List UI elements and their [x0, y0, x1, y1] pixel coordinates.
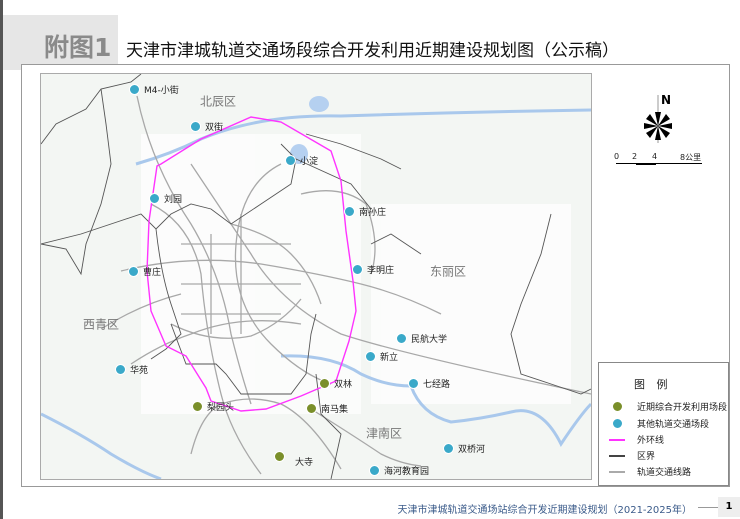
- station-marker[interactable]: 曹庄: [128, 265, 161, 278]
- blue-station-icon: [115, 364, 126, 375]
- blue-station-icon: [190, 121, 201, 132]
- footer: 天津市津城轨道交通场站综合开发近期建设规划（2021-2025年） 1: [0, 497, 740, 519]
- north-arrow: N: [640, 93, 680, 143]
- footer-text: 天津市津城轨道交通场站综合开发近期建设规划（2021-2025年）: [397, 505, 692, 516]
- page-number: 1: [718, 497, 740, 517]
- blue-station-icon: [408, 378, 419, 389]
- compass-rose-icon: [644, 95, 672, 143]
- station-label: 小淀: [300, 157, 319, 167]
- legend-label: 外环线: [637, 436, 665, 446]
- station-label: 七经路: [423, 380, 451, 390]
- station-marker[interactable]: 新立: [365, 350, 398, 363]
- scale-tick: 8公里: [680, 153, 702, 162]
- station-marker[interactable]: 南马集: [306, 402, 348, 415]
- legend-item: 外环线: [605, 433, 664, 446]
- green-station-icon: [611, 401, 623, 412]
- pink-line-icon: [609, 438, 625, 441]
- blue-station-icon: [352, 264, 363, 275]
- district-label: 西青区: [82, 317, 120, 332]
- gray-line-icon: [609, 470, 625, 473]
- station-label: 海河教育园: [384, 467, 430, 477]
- north-label: N: [661, 93, 672, 107]
- legend-item: 其他轨道交通场段: [605, 417, 709, 430]
- station-label: 新立: [380, 353, 399, 363]
- station-label: 南孙庄: [359, 208, 387, 218]
- station-marker[interactable]: 大寺: [274, 445, 313, 468]
- dark-line-icon: [609, 454, 625, 457]
- blue-station-icon: [128, 266, 139, 277]
- green-station-icon: [274, 451, 285, 462]
- footer-rule: [698, 507, 718, 508]
- blue-station-icon: [149, 193, 160, 204]
- station-label: 民航大学: [411, 335, 448, 345]
- blue-station-icon: [129, 84, 140, 95]
- station-label: 大寺: [295, 458, 314, 468]
- station-label: 刘园: [164, 195, 183, 205]
- station-marker[interactable]: 南孙庄: [344, 205, 386, 218]
- map-canvas: 北辰区 东丽区 西青区 津南区 双林 梨园头 南马集 大寺 M4-小街 双街 小…: [40, 73, 592, 480]
- legend-label: 轨道交通线路: [637, 468, 692, 478]
- blue-station-icon: [611, 418, 623, 429]
- figure-tag: 附图1: [44, 33, 112, 62]
- legend-title: 图 例: [634, 378, 672, 391]
- blue-station-icon: [365, 351, 376, 362]
- district-label: 东丽区: [429, 264, 467, 279]
- left-edge-bar: [0, 0, 3, 519]
- station-label: 双街: [205, 123, 224, 133]
- station-label: 李明庄: [367, 266, 395, 276]
- station-marker[interactable]: 七经路: [408, 377, 450, 390]
- legend-label: 其他轨道交通场段: [637, 420, 710, 430]
- district-label: 北辰区: [199, 94, 237, 109]
- station-marker[interactable]: 海河教育园: [369, 464, 429, 477]
- district-label: 津南区: [365, 426, 403, 441]
- station-marker[interactable]: 双街: [190, 120, 223, 133]
- station-marker[interactable]: 双林: [319, 377, 352, 390]
- station-label: 华苑: [130, 366, 149, 376]
- legend-item: 轨道交通线路: [605, 465, 691, 478]
- station-label: 南马集: [321, 405, 349, 415]
- station-label: 双林: [334, 380, 353, 390]
- legend-item: 区界: [605, 449, 655, 462]
- station-marker[interactable]: 李明庄: [352, 263, 394, 276]
- blue-station-icon: [396, 333, 407, 344]
- station-marker[interactable]: 梨园头: [192, 400, 234, 413]
- blue-station-icon: [344, 206, 355, 217]
- station-marker[interactable]: 小淀: [285, 154, 318, 167]
- legend-label: 区界: [637, 452, 656, 462]
- station-label: M4-小街: [144, 86, 179, 96]
- scale-tick: 2: [632, 152, 638, 161]
- page-title: 天津市津城轨道交通场段综合开发利用近期建设规划图（公示稿）: [126, 41, 619, 61]
- legend: 图 例 近期综合开发利用场段 其他轨道交通场段 外环线 区界 轨道交通线路: [598, 362, 729, 486]
- green-station-icon: [192, 401, 203, 412]
- legend-label: 近期综合开发利用场段: [637, 403, 728, 413]
- scale-bar: 0 2 4 8公里: [614, 152, 704, 172]
- station-marker[interactable]: 华苑: [115, 363, 148, 376]
- blue-station-icon: [285, 155, 296, 166]
- station-label: 曹庄: [143, 268, 162, 278]
- station-marker[interactable]: 刘园: [149, 192, 182, 205]
- scale-tick: 0: [614, 152, 620, 161]
- blue-station-icon: [443, 443, 454, 454]
- scale-tick: 4: [652, 152, 658, 161]
- green-station-icon: [319, 378, 330, 389]
- station-marker[interactable]: M4-小街: [129, 83, 179, 96]
- legend-item: 近期综合开发利用场段: [605, 400, 727, 413]
- station-label: 双桥河: [458, 445, 486, 455]
- station-label: 梨园头: [207, 403, 235, 413]
- blue-station-icon: [369, 465, 380, 476]
- station-marker[interactable]: 民航大学: [396, 332, 447, 345]
- station-marker[interactable]: 双桥河: [443, 442, 485, 455]
- map-graphics: [41, 74, 591, 479]
- green-station-icon: [306, 403, 317, 414]
